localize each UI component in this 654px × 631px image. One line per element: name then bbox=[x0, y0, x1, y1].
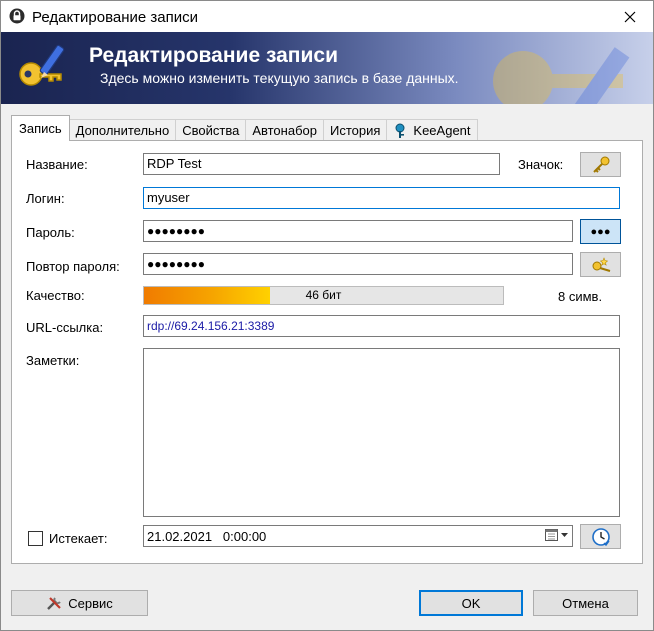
close-button[interactable] bbox=[607, 1, 653, 32]
tab-label: Свойства bbox=[182, 123, 240, 138]
expires-checkbox[interactable] bbox=[28, 531, 43, 546]
tab-label: История bbox=[329, 123, 381, 138]
password-field[interactable]: ●●●●●●●● bbox=[143, 220, 573, 242]
tab-entry[interactable]: Запись bbox=[11, 115, 70, 141]
ok-label: OK bbox=[461, 595, 481, 611]
edit-entry-dialog: Редактирование записи Редактирование зап… bbox=[0, 0, 654, 631]
url-field[interactable]: rdp://69.24.156.21:3389 bbox=[143, 315, 620, 337]
tab-keeagent[interactable]: KeeAgent bbox=[386, 119, 478, 141]
password-quality-bar: 46 бит bbox=[143, 286, 504, 305]
tab-label: KeeAgent bbox=[413, 123, 471, 138]
tab-history[interactable]: История bbox=[322, 119, 388, 141]
keepass-lock-icon bbox=[9, 8, 25, 24]
username-field[interactable]: myuser bbox=[143, 187, 620, 209]
expiry-date-value: 21.02.2021 0:00:00 bbox=[147, 529, 267, 544]
expiry-presets-button[interactable] bbox=[580, 524, 621, 549]
tab-strip: Запись Дополнительно Свойства Автонабор … bbox=[11, 115, 478, 141]
notes-label: Заметки: bbox=[26, 353, 80, 368]
cancel-label: Отмена bbox=[562, 595, 609, 611]
expiry-date-picker[interactable]: 21.02.2021 0:00:00 bbox=[143, 525, 573, 547]
cancel-button[interactable]: Отмена bbox=[533, 590, 638, 616]
tab-label: Запись bbox=[19, 121, 62, 136]
password-generator-button[interactable] bbox=[580, 252, 621, 277]
tab-label: Автонабор bbox=[252, 123, 317, 138]
calendar-icon bbox=[545, 529, 568, 541]
window-title: Редактирование записи bbox=[32, 9, 199, 26]
keeagent-icon bbox=[393, 123, 407, 139]
tools-icon bbox=[47, 597, 62, 610]
tab-autotype[interactable]: Автонабор bbox=[245, 119, 324, 141]
tab-advanced[interactable]: Дополнительно bbox=[68, 119, 177, 141]
ok-button[interactable]: OK bbox=[419, 590, 523, 616]
password-label: Пароль: bbox=[26, 225, 75, 240]
icon-picker-button[interactable] bbox=[580, 152, 621, 177]
banner-decoration-icon bbox=[493, 47, 630, 104]
header-banner: Редактирование записи Здесь можно измени… bbox=[1, 32, 653, 104]
icon-label: Значок: bbox=[518, 157, 564, 172]
show-password-toggle[interactable]: ●●● bbox=[580, 219, 621, 244]
tools-button[interactable]: Сервис bbox=[11, 590, 148, 616]
clock-icon bbox=[591, 527, 610, 546]
url-label: URL-ссылка: bbox=[26, 320, 104, 335]
calendar-dropdown[interactable] bbox=[545, 528, 569, 542]
char-count: 8 симв. bbox=[558, 289, 603, 304]
banner-subtitle: Здесь можно изменить текущую запись в ба… bbox=[100, 70, 459, 86]
tab-label: Дополнительно bbox=[75, 123, 170, 138]
expires-label: Истекает: bbox=[49, 531, 108, 546]
repeat-password-field[interactable]: ●●●●●●●● bbox=[143, 253, 573, 275]
notes-textarea[interactable] bbox=[143, 348, 620, 517]
repeat-password-label: Повтор пароля: bbox=[26, 259, 120, 274]
tab-properties[interactable]: Свойства bbox=[175, 119, 247, 141]
entry-panel: Название: RDP Test Значок: Логин: myuser… bbox=[11, 140, 643, 564]
tools-label: Сервис bbox=[68, 595, 113, 611]
title-bar: Редактирование записи bbox=[1, 1, 653, 32]
quality-bits: 46 бит bbox=[305, 288, 342, 302]
username-label: Логин: bbox=[26, 191, 65, 206]
edit-key-icon bbox=[15, 40, 71, 96]
key-icon bbox=[592, 156, 609, 173]
banner-title: Редактирование записи bbox=[89, 44, 338, 67]
title-label: Название: bbox=[26, 157, 88, 172]
generate-key-icon bbox=[592, 256, 610, 272]
close-icon bbox=[624, 11, 636, 22]
title-field[interactable]: RDP Test bbox=[143, 153, 500, 175]
quality-label: Качество: bbox=[26, 288, 85, 303]
